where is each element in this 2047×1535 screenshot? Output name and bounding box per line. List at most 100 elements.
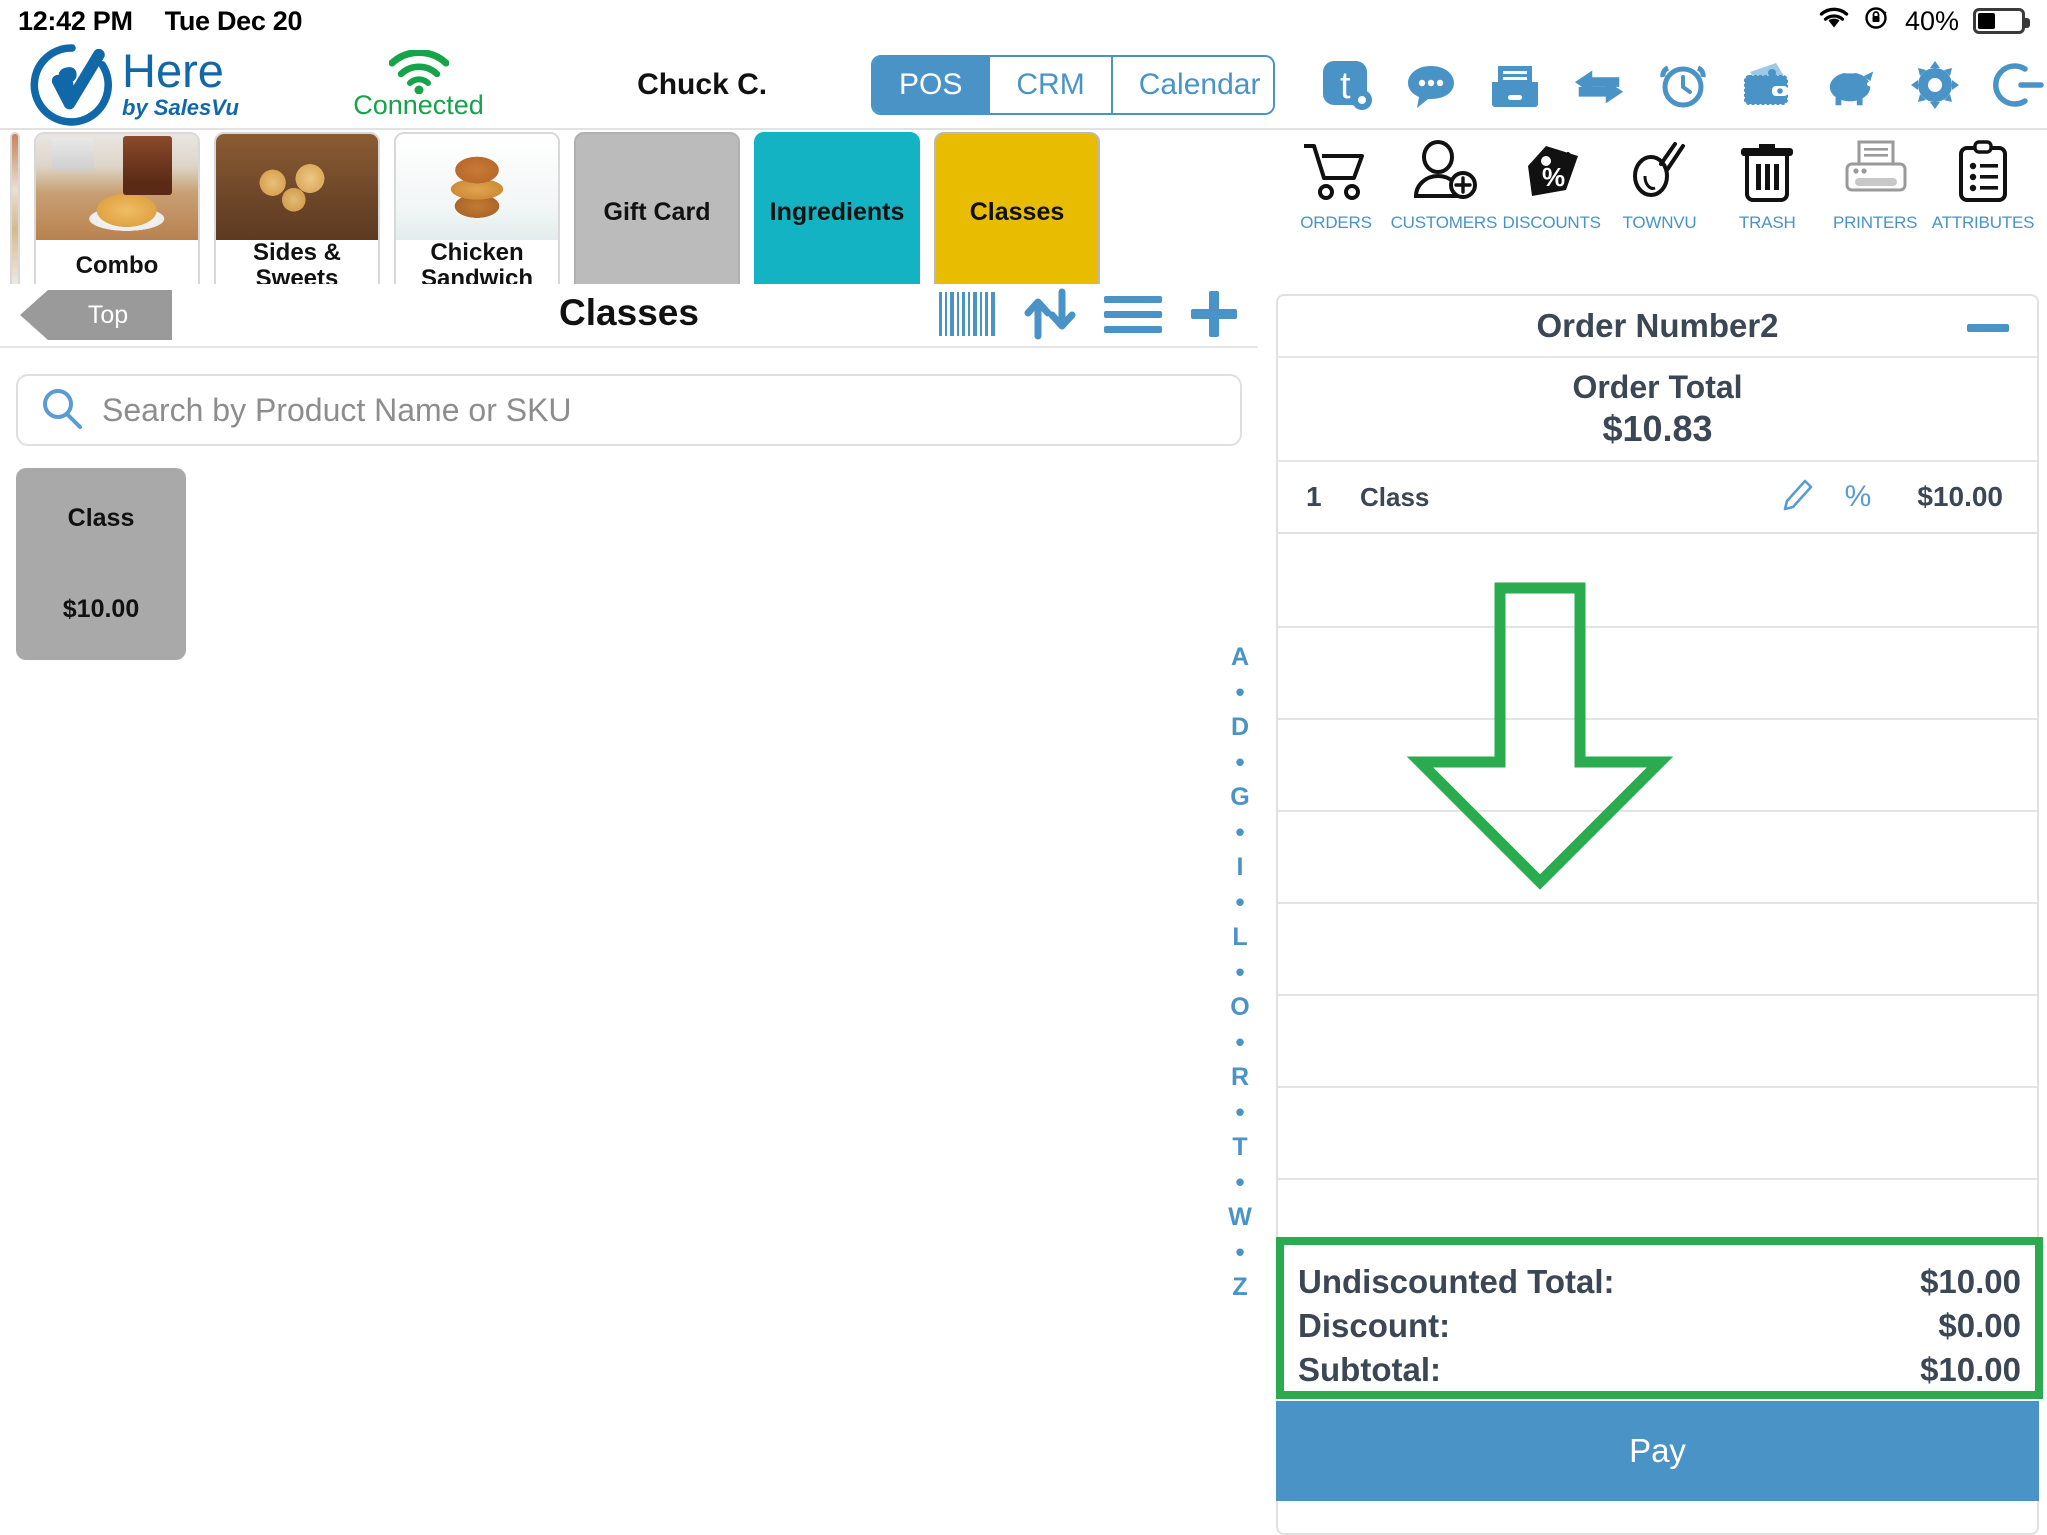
sides-sweets-photo (216, 134, 378, 240)
tab-calendar[interactable]: Calendar (1112, 57, 1274, 113)
product-tile-class[interactable]: Class $10.00 (16, 468, 186, 660)
svg-text:%: % (1542, 162, 1565, 192)
alpha-T[interactable]: T (1232, 1130, 1247, 1165)
alpha-O[interactable]: O (1230, 990, 1249, 1025)
alpha-dot[interactable]: • (1235, 675, 1244, 710)
toolbar-orders[interactable]: ORDERS (1288, 140, 1384, 233)
wallet-cash-icon[interactable] (1739, 57, 1795, 113)
logout-icon[interactable] (1991, 57, 2047, 113)
transfer-arrows-icon[interactable] (1571, 57, 1627, 113)
tab-pos[interactable]: POS (873, 57, 991, 113)
totals-value: $10.00 (1920, 1351, 2021, 1388)
alarm-clock-icon[interactable] (1655, 57, 1711, 113)
product-price: $10.00 (62, 595, 140, 623)
order-total-block: Order Total $10.83 (1278, 358, 2037, 462)
category-tile-ingredients[interactable]: Ingredients (754, 132, 920, 284)
percent-icon[interactable]: % (1845, 480, 1872, 514)
toolbar-label: CUSTOMERS (1390, 213, 1498, 232)
category-tile-sides-sweets[interactable]: Sides & Sweets (214, 132, 380, 284)
order-toolbar: ORDERS CUSTOMERS % DISCOUNTS TOWNVU TRAS… (1268, 132, 2047, 233)
search-input[interactable]: Search by Product Name or SKU (16, 374, 1242, 446)
line-item-price: $10.00 (1917, 481, 2003, 512)
category-tile-partial[interactable] (10, 132, 20, 284)
order-total-value: $10.83 (1602, 407, 1713, 449)
alpha-L[interactable]: L (1232, 920, 1247, 955)
alpha-dot[interactable]: • (1235, 1165, 1244, 1200)
alpha-dot[interactable]: • (1235, 885, 1244, 920)
file-drawer-icon[interactable] (1487, 57, 1543, 113)
toolbar-label: PRINTERS (1832, 213, 1918, 232)
toolbar-customers[interactable]: CUSTOMERS (1391, 140, 1497, 233)
toolbar-attributes[interactable]: ATTRIBUTES (1932, 140, 2034, 233)
category-label: Ingredients (769, 198, 905, 227)
minimize-icon[interactable] (1967, 324, 2009, 332)
alpha-W[interactable]: W (1228, 1200, 1252, 1235)
alpha-dot[interactable]: • (1235, 745, 1244, 780)
here-logo-mark (30, 44, 112, 126)
alpha-I[interactable]: I (1237, 850, 1244, 885)
totals-row-undiscounted: Undiscounted Total: $10.00 (1298, 1263, 2021, 1307)
barcode-icon[interactable] (938, 290, 998, 338)
order-header: Order Number2 (1278, 296, 2037, 358)
alpha-dot[interactable]: • (1235, 1025, 1244, 1060)
tab-crm[interactable]: CRM (990, 57, 1113, 113)
category-label: Sides & Sweets (252, 239, 342, 284)
sort-arrows-icon[interactable] (1022, 288, 1078, 340)
app-logo: Here by SalesVu (30, 43, 272, 127)
tickets-settings-icon[interactable]: t (1319, 57, 1375, 113)
gear-icon[interactable] (1907, 57, 1963, 113)
discount-tag-icon: % (1516, 140, 1588, 209)
line-item-qty: 1 (1306, 481, 1322, 512)
alpha-dot[interactable]: • (1235, 1235, 1244, 1270)
category-label: Gift Card (603, 198, 711, 227)
status-bar-left: 12:42 PM Tue Dec 20 (18, 6, 303, 37)
battery-percent-label: 40% (1904, 5, 1959, 36)
toolbar-label: ORDERS (1300, 213, 1372, 232)
wifi-icon (1819, 6, 1849, 37)
alpha-dot[interactable]: • (1235, 815, 1244, 850)
alphabet-index[interactable]: A • D • G • I • L • O • R • T • W • Z (1222, 640, 1258, 1305)
connection-status: Connected (334, 49, 503, 121)
piggy-bank-icon[interactable] (1823, 57, 1879, 113)
order-line-item[interactable]: 1 Class % $10.00 (1278, 462, 2037, 534)
toolbar-trash[interactable]: TRASH (1719, 140, 1815, 233)
user-name-label: Chuck C. (637, 68, 768, 101)
annotation-arrow-icon (1395, 582, 1685, 897)
mode-tab-group: POS CRM Calendar (871, 55, 1275, 115)
alpha-dot[interactable]: • (1235, 1095, 1244, 1130)
category-tile-chicken-sandwich[interactable]: Chicken Sandwich (394, 132, 560, 284)
toolbar-townvu[interactable]: TOWNVU (1611, 140, 1707, 233)
header-icon-bar: t (1319, 57, 2047, 113)
toolbar-printers[interactable]: PRINTERS (1827, 140, 1923, 233)
plus-icon[interactable] (1188, 288, 1240, 340)
alpha-R[interactable]: R (1231, 1060, 1249, 1095)
order-empty-row (1278, 1088, 2037, 1180)
category-tile-gift-card[interactable]: Gift Card (574, 132, 740, 284)
totals-value: $10.00 (1920, 1263, 2021, 1300)
alpha-G[interactable]: G (1230, 780, 1249, 815)
pay-button[interactable]: Pay (1276, 1401, 2039, 1501)
alpha-A[interactable]: A (1231, 640, 1249, 675)
pencil-icon[interactable] (1781, 478, 1813, 517)
chicken-sandwich-photo (396, 134, 558, 240)
totals-label: Undiscounted Total: (1298, 1263, 1615, 1300)
app-header: Here by SalesVu Connected Chuck C. POS C… (0, 42, 2047, 130)
search-placeholder: Search by Product Name or SKU (102, 391, 572, 428)
category-tile-classes[interactable]: Classes (934, 132, 1100, 284)
category-strip: Combo Sides & Sweets Chicken Sandwich Gi… (0, 132, 1258, 284)
category-tile-combo[interactable]: Combo (34, 132, 200, 284)
trash-icon (1731, 140, 1803, 209)
search-icon (40, 386, 84, 435)
order-empty-row (1278, 996, 2037, 1088)
totals-row-discount: Discount: $0.00 (1298, 1307, 2021, 1351)
totals-row-subtotal: Subtotal: $10.00 (1298, 1351, 2021, 1395)
product-name: Class (67, 504, 135, 532)
alpha-D[interactable]: D (1231, 710, 1249, 745)
toolbar-label: ATTRIBUTES (1931, 213, 2035, 232)
chat-bubble-icon[interactable] (1403, 57, 1459, 113)
alpha-dot[interactable]: • (1235, 955, 1244, 990)
add-customer-icon (1408, 140, 1480, 209)
alpha-Z[interactable]: Z (1232, 1270, 1247, 1305)
toolbar-discounts[interactable]: % DISCOUNTS (1503, 140, 1601, 233)
list-menu-icon[interactable] (1102, 291, 1164, 337)
